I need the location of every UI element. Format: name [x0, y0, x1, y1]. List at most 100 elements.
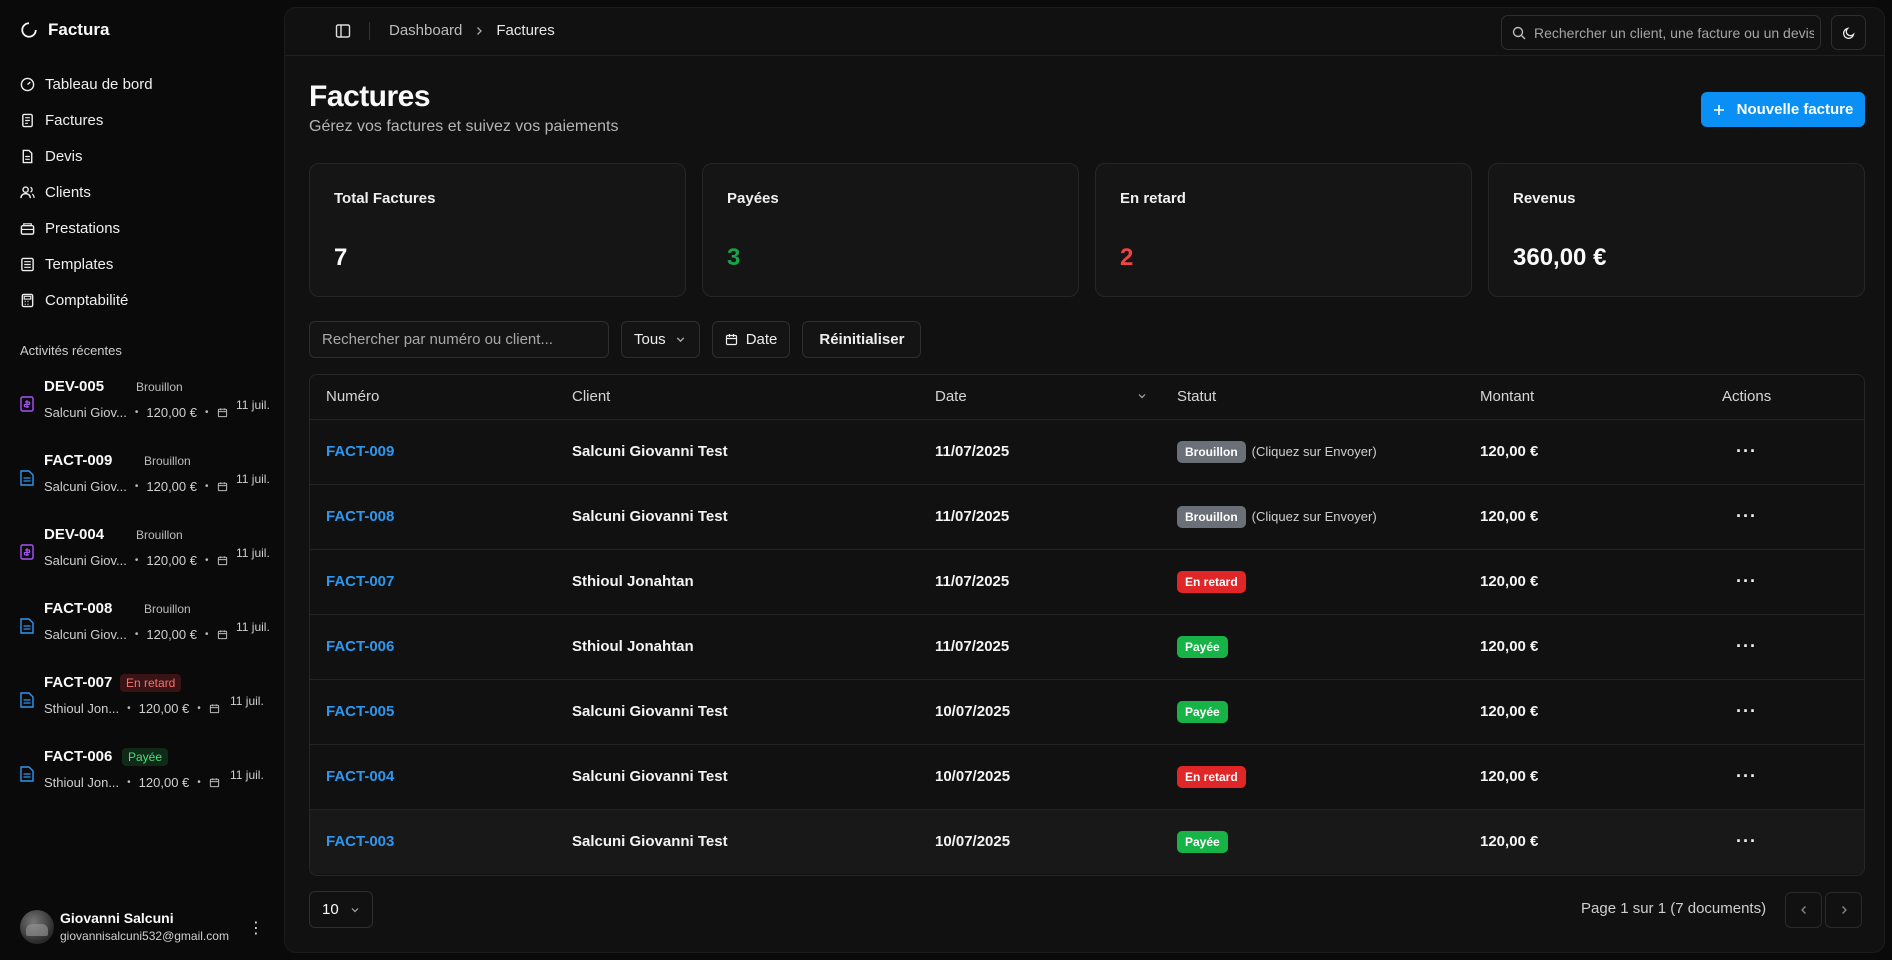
sidebar-item-dashboard[interactable]: Tableau de bord — [20, 66, 270, 102]
table-row[interactable]: FACT-003 Salcuni Giovanni Test 10/07/202… — [310, 809, 1864, 874]
sort-chevron-icon[interactable] — [1137, 391, 1147, 401]
activity-date: 11 juil. — [236, 472, 270, 486]
activity-item[interactable]: FACT-006 Payée Sthioul Jon... • 120,00 €… — [16, 744, 278, 818]
invoice-date: 11/07/2025 — [935, 573, 1010, 590]
new-invoice-button[interactable]: Nouvelle facture — [1701, 92, 1865, 127]
status-select[interactable]: Tous — [621, 321, 700, 358]
status-badge: Brouillon — [1177, 505, 1246, 528]
invoice-icon — [22, 113, 33, 127]
sidebar-item-comptabilite[interactable]: Comptabilité — [20, 282, 270, 318]
table-row[interactable]: FACT-008 Salcuni Giovanni Test 11/07/202… — [310, 484, 1864, 549]
invoice-client: Sthioul Jonahtan — [572, 638, 694, 655]
row-actions-icon[interactable]: ··· — [1722, 636, 1757, 656]
sidebar-item-devis[interactable]: Devis — [20, 138, 270, 174]
activity-item[interactable]: FACT-008 Brouillon Salcuni Giov... • 120… — [16, 596, 278, 670]
activity-date: 11 juil. — [230, 768, 264, 782]
divider — [369, 22, 370, 40]
activity-amount: 120,00 € — [146, 405, 197, 420]
sidebar-item-templates[interactable]: Templates — [20, 246, 270, 282]
previous-page-button[interactable] — [1785, 892, 1822, 928]
user-profile[interactable]: Giovanni Salcuni giovannisalcuni532@gmai… — [20, 910, 264, 944]
logo-icon — [21, 22, 37, 38]
table-row[interactable]: FACT-004 Salcuni Giovanni Test 10/07/202… — [310, 744, 1864, 809]
calendar-icon — [217, 630, 227, 640]
brand[interactable]: Factura — [20, 20, 109, 40]
row-actions-icon[interactable]: ··· — [1722, 701, 1757, 721]
quote-icon — [22, 149, 33, 163]
invoice-number-link[interactable]: FACT-007 — [326, 573, 394, 590]
status-badge: Payée — [1177, 700, 1228, 723]
stat-value: 360,00 € — [1513, 244, 1607, 271]
sidebar-item-label: Comptabilité — [45, 291, 129, 309]
sidebar-item-factures[interactable]: Factures — [20, 102, 270, 138]
theme-toggle-button[interactable] — [1831, 15, 1866, 50]
chevron-down-icon — [351, 907, 359, 912]
column-header-date[interactable]: Date — [919, 375, 1161, 420]
column-header-statut[interactable]: Statut — [1161, 375, 1464, 420]
users-icon — [20, 185, 35, 198]
activity-item[interactable]: DEV-004 Brouillon Salcuni Giov... • 120,… — [16, 522, 278, 596]
row-actions-icon[interactable]: ··· — [1722, 831, 1757, 851]
invoice-amount: 120,00 € — [1480, 573, 1539, 590]
date-filter-button[interactable]: Date — [711, 321, 791, 358]
invoice-search-input[interactable] — [309, 321, 609, 358]
table-row[interactable]: FACT-006 Sthioul Jonahtan 11/07/2025 Pay… — [310, 614, 1864, 679]
sidebar-item-label: Clients — [45, 183, 91, 201]
row-actions-icon[interactable]: ··· — [1722, 571, 1757, 591]
stat-label: Payées — [727, 190, 779, 207]
sidebar-item-prestations[interactable]: Prestations — [20, 210, 270, 246]
column-header-client[interactable]: Client — [556, 375, 919, 420]
activity-item[interactable]: FACT-007 En retard Sthioul Jon... • 120,… — [16, 670, 278, 744]
stat-value: 7 — [334, 244, 348, 271]
separator-dot: • — [127, 703, 131, 714]
new-invoice-label: Nouvelle facture — [1736, 101, 1854, 118]
global-search-input[interactable] — [1534, 24, 1814, 41]
activity-amount: 120,00 € — [146, 627, 197, 642]
invoice-number-link[interactable]: FACT-009 — [326, 443, 394, 460]
quote-icon — [20, 396, 34, 412]
row-actions-icon[interactable]: ··· — [1722, 441, 1757, 461]
invoice-amount: 120,00 € — [1480, 508, 1539, 525]
invoice-number-link[interactable]: FACT-004 — [326, 768, 394, 785]
column-header-montant[interactable]: Montant — [1464, 375, 1706, 420]
next-page-button[interactable] — [1825, 892, 1862, 928]
activity-amount: 120,00 € — [138, 701, 190, 716]
table-row[interactable]: FACT-005 Salcuni Giovanni Test 10/07/202… — [310, 679, 1864, 744]
invoice-number-link[interactable]: FACT-008 — [326, 508, 394, 525]
invoice-number-link[interactable]: FACT-006 — [326, 638, 394, 655]
invoice-icon — [20, 618, 34, 634]
page-size-select[interactable]: 10 — [309, 891, 373, 928]
stat-label: En retard — [1120, 190, 1186, 207]
stat-card-total: Total Factures 7 — [309, 163, 686, 297]
breadcrumb-current: Factures — [496, 22, 555, 39]
stat-card-revenue: Revenus 360,00 € — [1488, 163, 1865, 297]
invoice-icon — [20, 470, 34, 486]
filter-bar: Tous Date Réinitialiser — [309, 321, 922, 358]
stats-cards: Total Factures 7 Payées 3 En retard 2 Re… — [309, 163, 1865, 297]
reset-filters-button[interactable]: Réinitialiser — [802, 321, 922, 358]
activity-status-badge: Brouillon — [136, 528, 183, 542]
column-header-numero[interactable]: Numéro — [310, 375, 556, 420]
breadcrumb-dashboard[interactable]: Dashboard — [389, 22, 462, 39]
activity-client: Sthioul Jon... — [44, 775, 120, 790]
invoice-amount: 120,00 € — [1480, 703, 1539, 720]
activity-item[interactable]: DEV-005 Brouillon Salcuni Giov... • 120,… — [16, 374, 278, 448]
calendar-icon — [217, 482, 227, 492]
row-actions-icon[interactable]: ··· — [1722, 766, 1757, 786]
row-actions-icon[interactable]: ··· — [1722, 506, 1757, 526]
table-row[interactable]: FACT-007 Sthioul Jonahtan 11/07/2025 En … — [310, 549, 1864, 614]
stat-label: Total Factures — [334, 190, 436, 207]
table-row[interactable]: FACT-009 Salcuni Giovanni Test 11/07/202… — [310, 419, 1864, 484]
user-menu-icon[interactable]: ⋮ — [248, 918, 264, 938]
invoice-number-link[interactable]: FACT-003 — [326, 833, 394, 850]
sidebar-item-clients[interactable]: Clients — [20, 174, 270, 210]
top-bar: Dashboard Factures — [285, 8, 1884, 56]
global-search[interactable] — [1501, 15, 1821, 50]
stat-value: 2 — [1120, 244, 1134, 271]
activity-date: 11 juil. — [236, 546, 270, 560]
invoice-number-link[interactable]: FACT-005 — [326, 703, 394, 720]
chevron-right-icon — [1841, 906, 1847, 914]
status-hint: (Cliquez sur Envoyer) — [1251, 508, 1377, 524]
activity-item[interactable]: FACT-009 Brouillon Salcuni Giov... • 120… — [16, 448, 278, 522]
sidebar-toggle-icon[interactable] — [335, 23, 351, 39]
